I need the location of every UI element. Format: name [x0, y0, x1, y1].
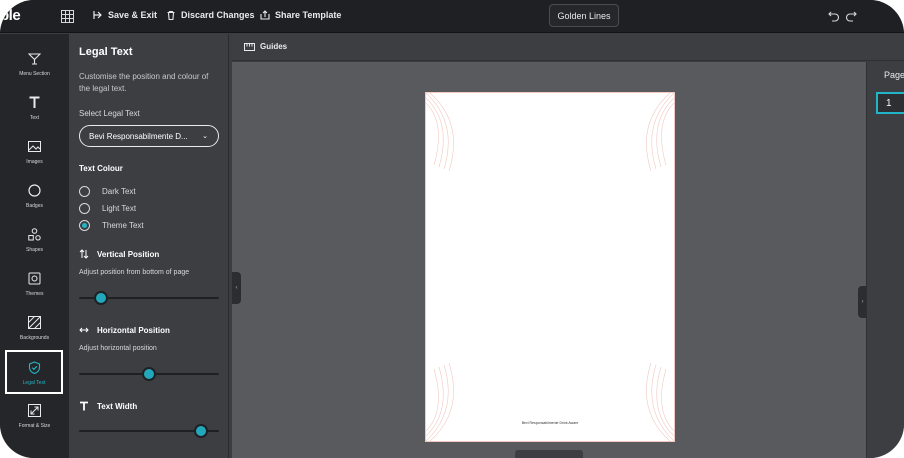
- cocktail-glass-icon: [28, 53, 41, 65]
- palette-icon: [28, 272, 41, 285]
- share-template-button[interactable]: Share Template: [260, 10, 341, 20]
- share-template-label: Share Template: [275, 10, 342, 20]
- guides-toggle[interactable]: Guides: [244, 42, 287, 51]
- golden-lines-decoration: [426, 93, 674, 441]
- sidebar-item-shapes[interactable]: Shapes: [0, 228, 69, 268]
- theme-text-radio[interactable]: Theme Text: [79, 220, 144, 231]
- menu-page[interactable]: Bevi Responsabilmente Drink Aware: [425, 92, 675, 442]
- text-width-heading: Text Width: [79, 401, 137, 411]
- sidebar-item-label: Menu Section: [19, 71, 50, 77]
- panel-title: Legal Text: [79, 46, 133, 58]
- sidebar-item-themes[interactable]: Themes: [0, 272, 69, 312]
- guides-bar: Guides: [232, 34, 904, 61]
- grid-icon[interactable]: [61, 10, 74, 23]
- horizontal-position-heading: Horizontal Position: [79, 325, 170, 335]
- resize-icon: [28, 404, 41, 417]
- text-colour-heading-label: Text Colour: [79, 164, 123, 173]
- legal-text-select-value: Bevi Responsabilmente D...: [89, 131, 188, 141]
- sidebar-item-label: Text: [29, 115, 40, 121]
- panel-description: Customise the position and colour of the…: [79, 72, 209, 93]
- vertical-position-label: Vertical Position: [97, 249, 160, 259]
- sidebar-item-images[interactable]: Images: [0, 140, 69, 180]
- text-t-icon: [80, 401, 88, 411]
- horizontal-arrows-icon: [79, 327, 89, 333]
- theme-text-label: Theme Text: [102, 221, 144, 230]
- template-name-button[interactable]: Golden Lines: [549, 4, 619, 27]
- sidebar-item-menu-section[interactable]: Menu Section: [0, 52, 69, 92]
- app-frame: ble Save & Exit Discard Changes Share Te…: [0, 0, 904, 458]
- ruler-icon: [244, 42, 255, 51]
- collapse-left-handle[interactable]: ‹: [232, 272, 241, 304]
- sidebar-item-label: Format & Size: [18, 423, 51, 429]
- pages-label: Pages: [884, 70, 904, 80]
- text-t-icon: [29, 96, 40, 108]
- slider-thumb[interactable]: [142, 367, 156, 381]
- vertical-position-heading: Vertical Position: [79, 249, 159, 259]
- circle-icon: [28, 184, 41, 197]
- exit-icon: [93, 11, 102, 19]
- sidebar-item-label: Images: [26, 159, 43, 165]
- sidebar-item-badges[interactable]: Badges: [0, 184, 69, 224]
- hatched-square-icon: [28, 316, 41, 329]
- horizontal-position-slider[interactable]: [79, 367, 219, 381]
- pages-panel: Pages 1: [866, 62, 904, 458]
- discard-changes-label: Discard Changes: [181, 10, 255, 20]
- undo-icon[interactable]: [828, 10, 840, 22]
- vertical-position-hint: Adjust position from bottom of page: [79, 269, 190, 276]
- legal-text-panel: Legal Text Customise the position and co…: [69, 34, 229, 458]
- slider-thumb[interactable]: [94, 291, 109, 305]
- radio-circle: [79, 203, 90, 214]
- slider-thumb[interactable]: [193, 424, 208, 438]
- page-thumbnail[interactable]: 1: [876, 92, 904, 114]
- save-exit-button[interactable]: Save & Exit: [93, 10, 157, 20]
- app-logo: ble: [0, 7, 21, 24]
- vertical-arrows-icon: [79, 249, 89, 259]
- dark-text-radio[interactable]: Dark Text: [79, 186, 136, 197]
- sidebar-item-label: Themes: [25, 291, 44, 297]
- redo-icon[interactable]: [845, 10, 857, 22]
- save-exit-label: Save & Exit: [108, 10, 158, 20]
- sidebar-item-legal-text[interactable]: Legal Text: [5, 350, 63, 394]
- light-text-label: Light Text: [102, 204, 137, 213]
- light-text-radio[interactable]: Light Text: [79, 203, 136, 214]
- radio-circle: [79, 220, 90, 231]
- vertical-position-slider[interactable]: [79, 291, 219, 305]
- text-width-label: Text Width: [97, 401, 138, 411]
- sidebar-item-label: Backgrounds: [19, 335, 50, 341]
- horizontal-position-label: Horizontal Position: [97, 325, 170, 335]
- shapes-icon: [28, 228, 41, 241]
- guides-label: Guides: [260, 42, 288, 51]
- sidebar-item-text[interactable]: Text: [0, 96, 69, 136]
- legal-text-select[interactable]: Bevi Responsabilmente D... ⌄: [79, 125, 219, 147]
- text-width-slider[interactable]: [79, 424, 219, 438]
- image-icon: [28, 141, 41, 152]
- sidebar-item-label: Badges: [26, 203, 43, 209]
- radio-circle: [79, 186, 90, 197]
- page-controls-tab[interactable]: [515, 450, 583, 458]
- select-legal-text-label: Select Legal Text: [79, 109, 140, 118]
- trash-icon: [167, 10, 175, 20]
- sidebar-item-format-size[interactable]: Format & Size: [0, 404, 69, 444]
- dark-text-label: Dark Text: [102, 187, 136, 196]
- legal-text[interactable]: Bevi Responsabilmente Drink Aware: [426, 421, 674, 425]
- horizontal-position-hint: Adjust horizontal position: [79, 345, 157, 352]
- share-icon: [260, 10, 270, 20]
- sidebar-item-label: Legal Text: [22, 380, 46, 386]
- shield-icon: [28, 361, 40, 374]
- text-colour-heading: Text Colour: [79, 164, 123, 173]
- tool-sidebar: Menu Section Text Images Badges Shapes T…: [0, 34, 69, 458]
- chevron-down-icon: ⌄: [202, 133, 208, 140]
- top-bar: ble Save & Exit Discard Changes Share Te…: [0, 0, 904, 33]
- sidebar-item-label: Shapes: [26, 247, 43, 253]
- discard-changes-button[interactable]: Discard Changes: [166, 10, 255, 20]
